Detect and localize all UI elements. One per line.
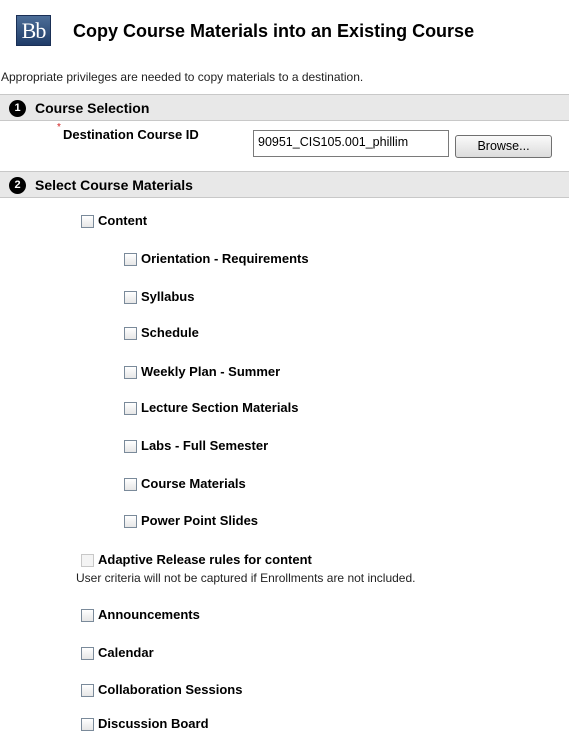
destination-course-id-input[interactable]: 90951_CIS105.001_phillim [253,130,449,157]
content-item-checkbox[interactable] [124,327,137,340]
announcements-checkbox[interactable] [81,609,94,622]
content-item-checkbox[interactable] [124,253,137,266]
content-item-label: Weekly Plan - Summer [141,364,281,379]
content-item-label: Orientation - Requirements [141,251,309,266]
announcements-label: Announcements [98,607,200,622]
content-item-checkbox[interactable] [124,402,137,415]
discussion-board-checkbox[interactable] [81,718,94,731]
content-item-checkbox[interactable] [124,478,137,491]
adaptive-release-checkbox [81,554,94,567]
content-item-label: Schedule [141,325,199,340]
privileges-info-text: Appropriate privileges are needed to cop… [1,70,364,84]
content-item-label: Labs - Full Semester [141,438,269,453]
content-item-checkbox[interactable] [124,440,137,453]
calendar-label: Calendar [98,645,154,660]
calendar-checkbox[interactable] [81,647,94,660]
required-asterisk-icon: * [57,122,61,133]
step-2-icon: 2 [9,177,26,194]
discussion-board-label: Discussion Board [98,716,209,731]
content-item-checkbox[interactable] [124,291,137,304]
collaboration-sessions-checkbox[interactable] [81,684,94,697]
content-item-label: Course Materials [141,476,246,491]
content-item-label: Syllabus [141,289,195,304]
content-item-checkbox[interactable] [124,515,137,528]
browse-button[interactable]: Browse... [455,135,552,158]
destination-course-id-label: Destination Course ID [63,127,199,142]
blackboard-logo-icon: Bb [16,15,51,46]
step-1-icon: 1 [9,100,26,117]
step-course-selection-header: 1 Course Selection [0,94,569,121]
step-select-materials-header: 2 Select Course Materials [0,171,569,198]
content-label: Content [98,213,148,228]
content-item-checkbox[interactable] [124,366,137,379]
adaptive-release-label: Adaptive Release rules for content [98,552,312,567]
step-2-title: Select Course Materials [35,177,193,193]
content-checkbox[interactable] [81,215,94,228]
content-item-label: Lecture Section Materials [141,400,299,415]
content-item-label: Power Point Slides [141,513,259,528]
adaptive-release-note: User criteria will not be captured if En… [76,571,416,585]
page-header: Bb Copy Course Materials into an Existin… [0,0,569,65]
collaboration-sessions-label: Collaboration Sessions [98,682,243,697]
step-1-title: Course Selection [35,100,150,116]
page-title: Copy Course Materials into an Existing C… [73,21,475,41]
